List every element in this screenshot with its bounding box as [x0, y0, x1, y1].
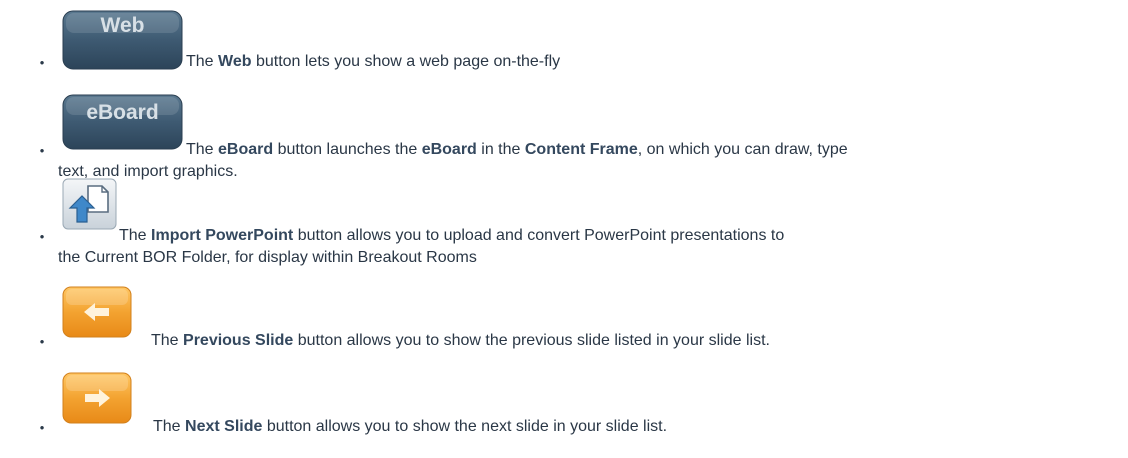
web-description: The Web button lets you show a web page … — [186, 53, 561, 70]
import-powerpoint-description: The Import PowerPoint button allows you … — [58, 227, 785, 266]
bullet: • — [39, 334, 45, 349]
eboard-button[interactable]: eBoard — [62, 94, 183, 150]
next-slide-description: The Next Slide button allows you to show… — [153, 418, 668, 435]
bullet: • — [39, 229, 45, 244]
import-powerpoint-button[interactable] — [62, 178, 117, 230]
web-button[interactable]: Web — [62, 10, 183, 70]
bullet: • — [39, 55, 45, 70]
bullet: • — [39, 420, 45, 435]
previous-slide-button[interactable] — [62, 286, 132, 338]
previous-slide-description: The Previous Slide button allows you to … — [151, 332, 770, 349]
bullet: • — [39, 143, 45, 158]
eboard-button-label: eBoard — [86, 101, 158, 124]
next-slide-button[interactable] — [62, 372, 132, 424]
web-button-label: Web — [101, 14, 145, 37]
eboard-description: The eBoard button launches the eBoard in… — [58, 141, 848, 180]
